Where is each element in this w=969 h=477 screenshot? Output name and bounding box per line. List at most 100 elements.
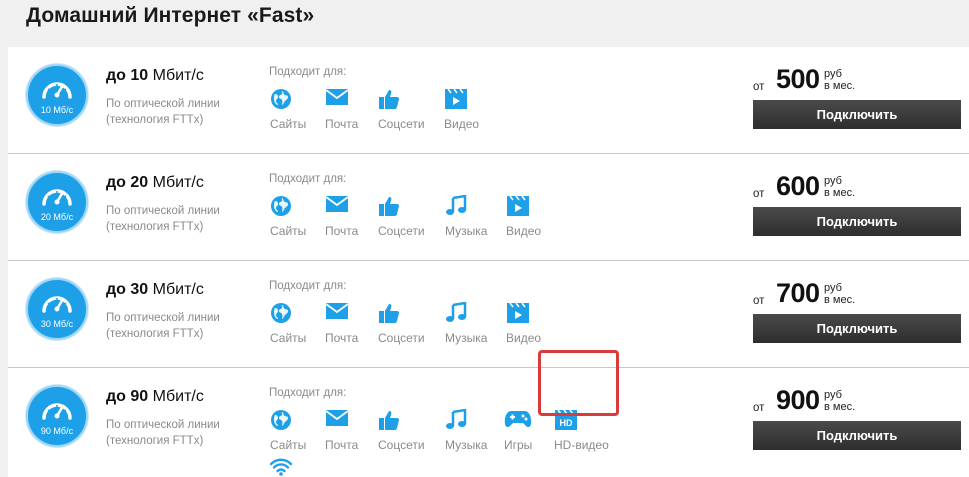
feature-label: Сайты (270, 224, 307, 238)
globe-icon (270, 409, 292, 431)
plan-speed-title: до 90 Мбит/с (106, 388, 204, 406)
price-from: от (753, 295, 765, 307)
video-icon (506, 195, 530, 217)
price-unit: руб в мес. (824, 389, 884, 413)
mail-icon (325, 88, 349, 110)
price-unit: руб в мес. (824, 68, 884, 92)
speed-prefix: до (106, 174, 126, 191)
price-unit: руб в мес. (824, 282, 884, 306)
svg-text:HD: HD (560, 418, 573, 428)
highlight-annotation (538, 350, 619, 416)
feature-label: Видео (506, 224, 542, 238)
feature-label: Почта (325, 117, 359, 131)
price-currency: руб (824, 175, 842, 187)
wifi-icon (269, 458, 293, 477)
feature-label: Почта (325, 224, 359, 238)
speed-badge-label: 30 Мб/с (40, 319, 74, 329)
music-icon (445, 301, 467, 324)
price-currency: руб (824, 282, 842, 294)
globe-icon (270, 302, 292, 324)
price-period: в мес. (824, 187, 856, 199)
speed-badge-label: 20 Мб/с (40, 212, 74, 222)
plan-row: 90 Мб/с до 90 Мбит/с По оптической линии… (8, 368, 969, 477)
price-currency: руб (824, 389, 842, 401)
suits-for-label: Подходит для: (269, 66, 347, 78)
price-value: 600 (776, 171, 820, 201)
thumbs-up-icon (378, 88, 400, 110)
globe-icon (270, 88, 292, 110)
speed-unit: Мбит/с (152, 388, 204, 405)
feature-label: Соцсети (378, 117, 425, 131)
plan-description: По оптической линии (технология FTTx) (106, 419, 220, 447)
speed-prefix: до (106, 281, 126, 298)
price-value: 500 (776, 64, 820, 94)
feature-label: Сайты (270, 117, 307, 131)
feature-label: Музыка (445, 224, 488, 238)
feature-label: Игры (504, 438, 533, 452)
plan-row: 30 Мб/с до 30 Мбит/с По оптической линии… (8, 261, 969, 368)
speed-unit: Мбит/с (152, 67, 204, 84)
speed-unit: Мбит/с (152, 281, 204, 298)
suits-for-label: Подходит для: (269, 387, 347, 399)
speed-badge: 20 Мб/с (26, 171, 88, 233)
page-title: Домашний Интернет «Fast» (26, 4, 315, 27)
plan-speed-title: до 10 Мбит/с (106, 67, 204, 85)
price-period: в мес. (824, 80, 856, 92)
globe-icon (270, 195, 292, 217)
thumbs-up-icon (378, 409, 400, 431)
speed-value: 10 (130, 67, 149, 84)
speed-prefix: до (106, 67, 126, 84)
suits-for-label: Подходит для: (269, 280, 347, 292)
price-unit: руб в мес. (824, 175, 884, 199)
price-currency: руб (824, 68, 842, 80)
feature-label: Почта (325, 438, 359, 452)
music-icon (445, 194, 467, 217)
feature-label: Почта (325, 331, 359, 345)
video-icon (506, 302, 530, 324)
price-value: 900 (776, 385, 820, 415)
feature-label: Соцсети (378, 331, 425, 345)
price-from: от (753, 402, 765, 414)
speed-unit: Мбит/с (152, 174, 204, 191)
mail-icon (325, 195, 349, 217)
plans-list: 10 Мб/с до 10 Мбит/с По оптической линии… (8, 47, 969, 477)
music-icon (445, 408, 467, 431)
speed-value: 30 (130, 281, 149, 298)
gamepad-icon (504, 409, 532, 431)
speed-badge: 90 Мб/с (26, 385, 88, 447)
speed-value: 20 (130, 174, 149, 191)
feature-label: Музыка (445, 438, 488, 452)
speed-badge-label: 90 Мб/с (40, 426, 74, 436)
video-icon (444, 88, 468, 110)
mail-icon (325, 302, 349, 324)
thumbs-up-icon (378, 302, 400, 324)
plan-description: По оптической линии (технология FTTx) (106, 312, 220, 340)
plan-row: 20 Мб/с до 20 Мбит/с По оптической линии… (8, 154, 969, 261)
speed-badge-label: 10 Мб/с (40, 105, 74, 115)
feature-label: Соцсети (378, 224, 425, 238)
plan-row: 10 Мб/с до 10 Мбит/с По оптической линии… (8, 47, 969, 154)
feature-label: Сайты (270, 438, 307, 452)
price-period: в мес. (824, 294, 856, 306)
feature-label: Видео (444, 117, 480, 131)
connect-button[interactable]: Подключить (753, 421, 961, 450)
suits-for-label: Подходит для: (269, 173, 347, 185)
speed-prefix: до (106, 388, 126, 405)
connect-button[interactable]: Подключить (753, 207, 961, 236)
plan-description: По оптической линии (технология FTTx) (106, 98, 220, 126)
plan-speed-title: до 20 Мбит/с (106, 174, 204, 192)
thumbs-up-icon (378, 195, 400, 217)
connect-button[interactable]: Подключить (753, 100, 961, 129)
mail-icon (325, 409, 349, 431)
price-from: от (753, 81, 765, 93)
feature-label: Видео (506, 331, 542, 345)
speed-badge: 30 Мб/с (26, 278, 88, 340)
price-period: в мес. (824, 401, 856, 413)
feature-label: HD-видео (554, 438, 609, 452)
price-value: 700 (776, 278, 820, 308)
connect-button[interactable]: Подключить (753, 314, 961, 343)
speed-badge: 10 Мб/с (26, 64, 88, 126)
feature-label: Соцсети (378, 438, 425, 452)
feature-label: Музыка (445, 331, 488, 345)
plan-speed-title: до 30 Мбит/с (106, 281, 204, 299)
